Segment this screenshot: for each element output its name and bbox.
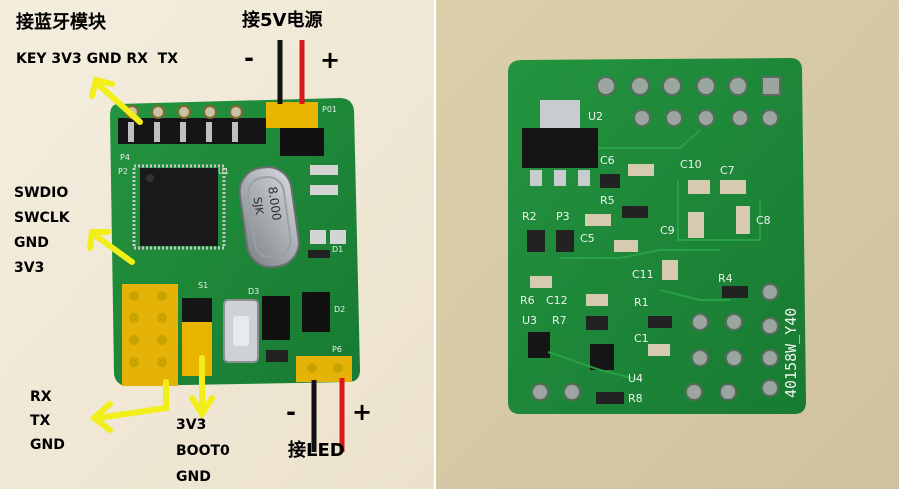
silk-d1: D1 — [332, 245, 343, 254]
silk-c12: C12 — [546, 294, 568, 307]
silk-p6: P6 — [332, 345, 342, 354]
silk-c6: C6 — [600, 154, 615, 167]
silk-r6: R6 — [520, 294, 535, 307]
silk-r8: R8 — [628, 392, 643, 405]
uart-pin-rx: RX — [30, 389, 52, 405]
silk-r7: R7 — [552, 314, 567, 327]
silk-r2: R2 — [522, 210, 537, 223]
silk-d3: D3 — [248, 287, 259, 296]
power-title: 接5V电源 — [242, 10, 323, 31]
silk-r3: P3 — [556, 210, 570, 223]
led-minus-sign: - — [286, 398, 296, 426]
silk-p2: P2 — [118, 167, 128, 176]
swd-pin-swclk: SWCLK — [14, 210, 70, 226]
boot-jumper — [182, 320, 212, 376]
silk-c10: C10 — [680, 158, 702, 171]
silk-u3: U3 — [522, 314, 537, 327]
swd-pin-gnd: GND — [14, 235, 49, 251]
uart-pin-gnd: GND — [30, 437, 65, 453]
bluetooth-pins: KEY 3V3 GND RX TX — [16, 51, 178, 67]
silk-s1: S1 — [198, 281, 208, 290]
bluetooth-title: 接蓝牙模块 — [16, 12, 106, 33]
silk-u1: U1 — [218, 167, 229, 176]
power-plus-sign: + — [320, 46, 341, 74]
silk-c1: C1 — [634, 332, 649, 345]
silk-c9: C9 — [660, 224, 675, 237]
power-minus-sign: - — [244, 44, 254, 72]
silk-r5: R5 — [600, 194, 615, 207]
silk-u4: U4 — [628, 372, 643, 385]
silk-r1: R1 — [634, 296, 649, 309]
back-pcb — [508, 58, 806, 414]
silk-c11: C11 — [632, 268, 654, 281]
front-pcb — [110, 98, 360, 386]
photo-stage: P4 P2 U1 P01 D1 D2 D3 S1 P6 8.000 SJK U2… — [0, 0, 899, 489]
boot-pin-gnd: GND — [176, 469, 211, 485]
led-title: 接LED — [288, 440, 345, 461]
boot-pin-boot0: BOOT0 — [176, 443, 230, 459]
regulator-u2 — [522, 128, 598, 168]
swd-pin-3v3: 3V3 — [14, 260, 45, 276]
silk-c7: C7 — [720, 164, 735, 177]
silk-c8: C8 — [756, 214, 771, 227]
silk-d2: D2 — [334, 305, 345, 314]
silk-p01: P01 — [322, 105, 337, 114]
uart-pin-tx: TX — [30, 413, 51, 429]
led-plus-sign: + — [352, 398, 373, 426]
silk-model: 40158W_Y40 — [782, 308, 800, 398]
silk-c5: C5 — [580, 232, 595, 245]
swd-pin-swdio: SWDIO — [14, 185, 69, 201]
crystal-mark: SJK — [251, 196, 266, 216]
silk-p4: P4 — [120, 153, 130, 162]
silk-u2: U2 — [588, 110, 603, 123]
boot-pin-3v3: 3V3 — [176, 417, 207, 433]
silk-r4: R4 — [718, 272, 733, 285]
power-jumper — [266, 102, 318, 128]
board-photo: P4 P2 U1 P01 D1 D2 D3 S1 P6 8.000 SJK U2… — [0, 0, 899, 489]
